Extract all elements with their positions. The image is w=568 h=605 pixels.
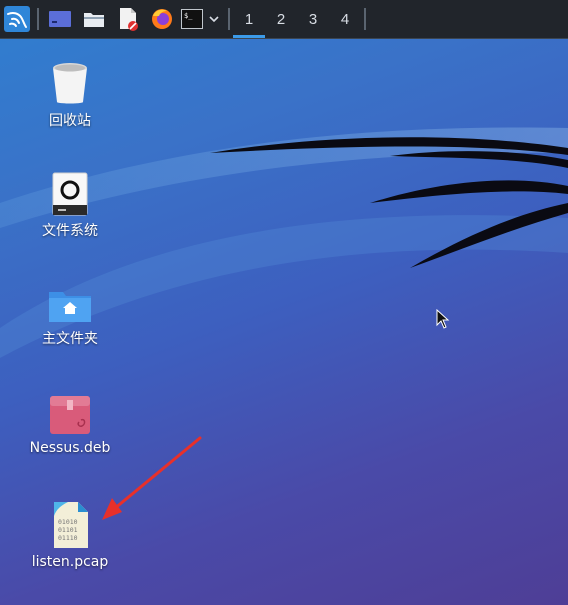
mouse-cursor-icon — [436, 309, 450, 329]
annotation-arrow — [102, 436, 202, 520]
